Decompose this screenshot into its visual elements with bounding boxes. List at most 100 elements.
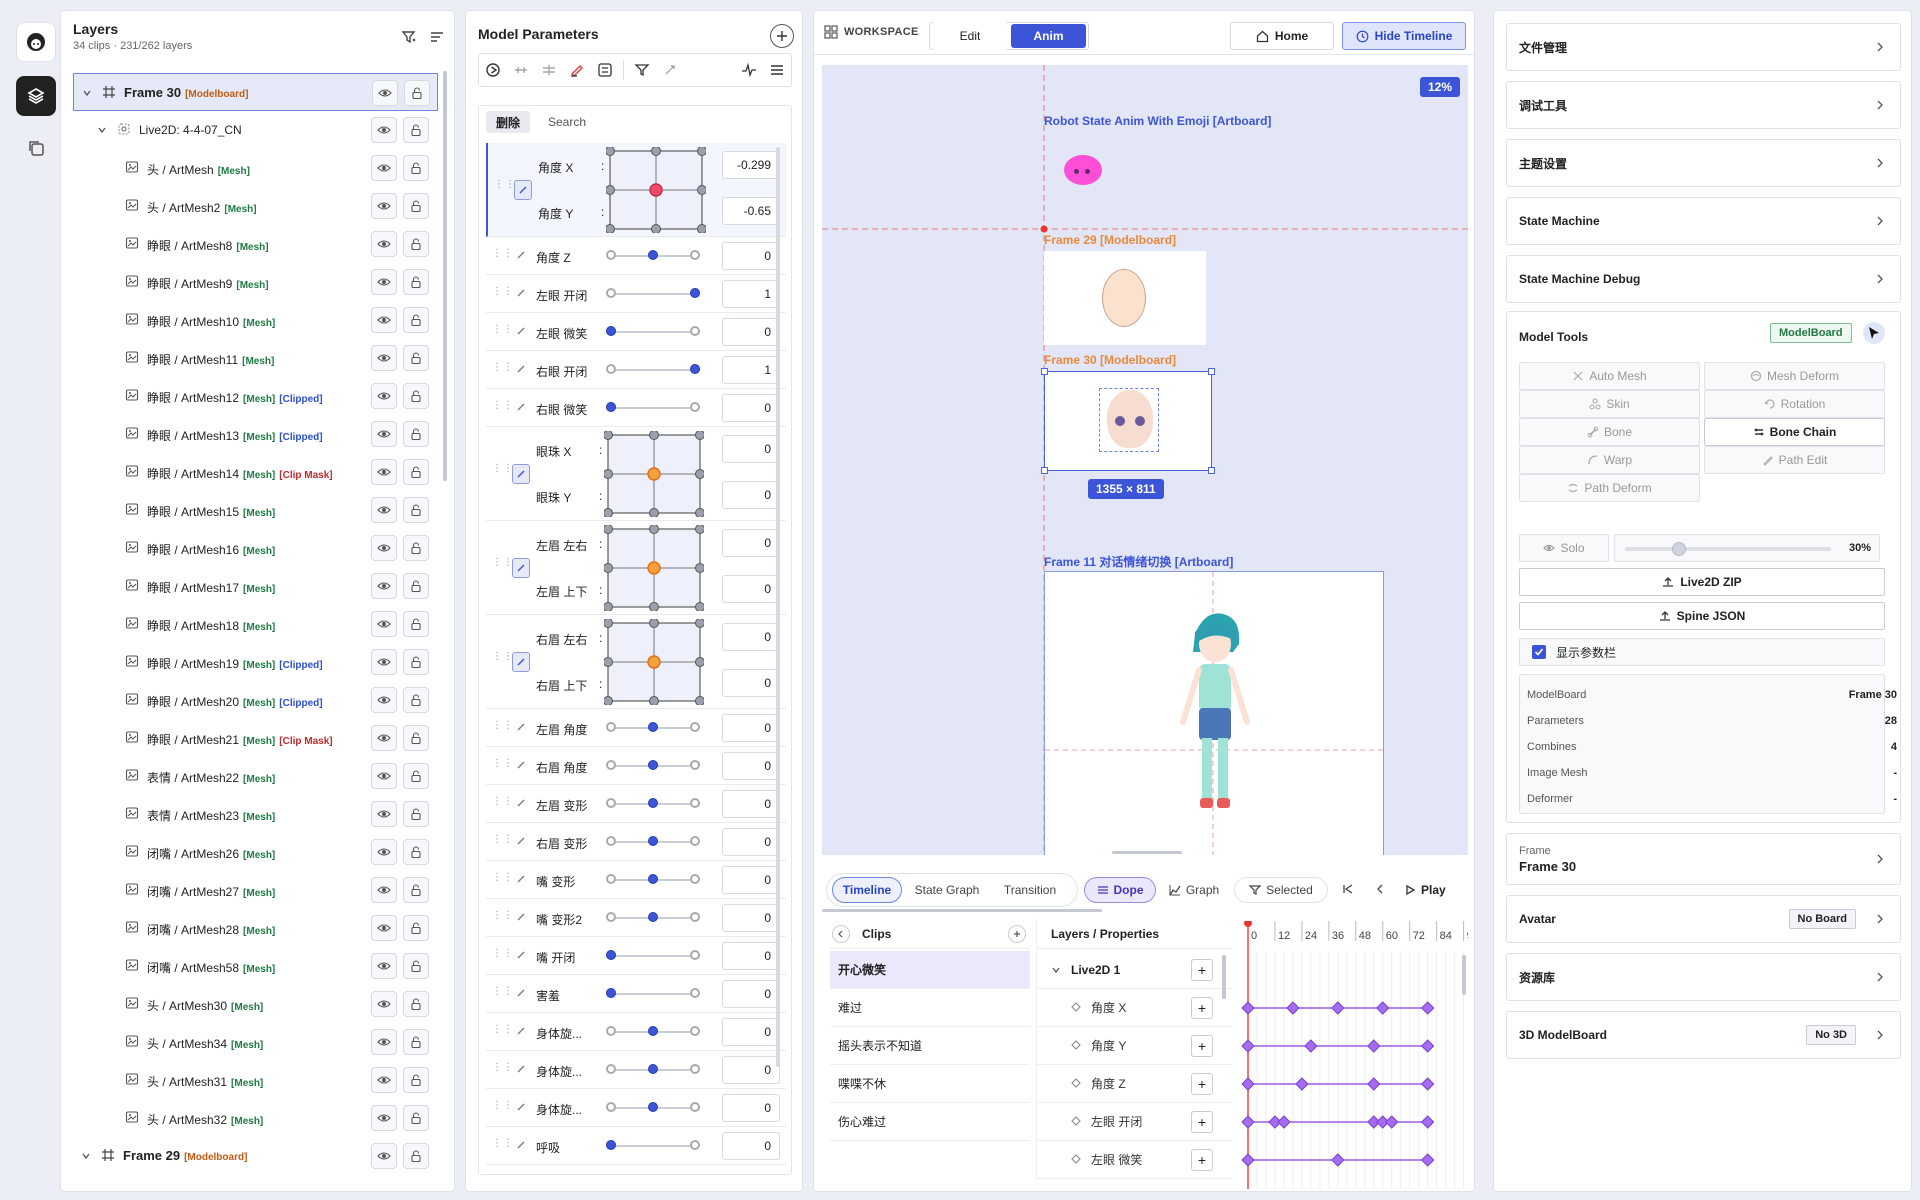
param-x-value[interactable]: -0.299	[722, 151, 780, 179]
tool-bone-chain-button[interactable]: Bone Chain	[1704, 418, 1885, 446]
lock-toggle[interactable]	[403, 611, 429, 637]
zoom-badge[interactable]: 12%	[1419, 77, 1460, 97]
dope-sheet[interactable]: 0122436486072849600	[1236, 921, 1468, 1189]
lock-toggle[interactable]	[403, 421, 429, 447]
param-value[interactable]: 0	[722, 242, 780, 270]
layer-row[interactable]: 睁眼 / ArtMesh13 [Mesh] [Clipped]	[73, 415, 438, 453]
inspector-section[interactable]: State Machine	[1506, 197, 1901, 245]
chevron-down-icon[interactable]	[1051, 965, 1061, 975]
distribute-icon[interactable]	[507, 56, 535, 84]
graph-button[interactable]: Graph	[1160, 877, 1228, 903]
param-value[interactable]: 0	[722, 828, 780, 856]
canvas-viewport[interactable]: 12% Robot State Anim With Emoji [Artboar…	[822, 65, 1468, 855]
skip-start-icon[interactable]	[1342, 883, 1354, 895]
layer-row[interactable]: 头 / ArtMesh30 [Mesh]	[73, 985, 438, 1023]
drag-handle-icon[interactable]: ⋮⋮	[492, 464, 514, 474]
visibility-toggle[interactable]	[371, 535, 397, 561]
frame30-board[interactable]	[1041, 368, 1215, 474]
param-slider-knob[interactable]	[648, 912, 658, 922]
curve-icon[interactable]	[735, 56, 763, 84]
lock-toggle[interactable]	[403, 877, 429, 903]
lock-toggle[interactable]	[403, 573, 429, 599]
filter-icon[interactable]	[401, 29, 417, 45]
slider-parameter-row[interactable]: ⋮⋮ 角度 Z 0	[486, 237, 786, 275]
visibility-toggle[interactable]	[371, 573, 397, 599]
visibility-toggle[interactable]	[371, 1143, 397, 1169]
tool-path-edit-button[interactable]: Path Edit	[1704, 446, 1885, 474]
param-value[interactable]: 0	[722, 904, 780, 932]
menu-icon[interactable]	[763, 56, 791, 84]
add-keyframe-button[interactable]: +	[1191, 1149, 1213, 1171]
visibility-toggle[interactable]	[371, 953, 397, 979]
lock-toggle[interactable]	[403, 231, 429, 257]
inspector-section[interactable]: 主题设置	[1506, 139, 1901, 187]
visibility-toggle[interactable]	[371, 1067, 397, 1093]
lock-toggle[interactable]	[403, 839, 429, 865]
link-param-icon[interactable]	[512, 464, 530, 484]
layer-row[interactable]: 睁眼 / ArtMesh11 [Mesh]	[73, 339, 438, 377]
add-keyframe-button[interactable]: +	[1191, 1035, 1213, 1057]
param-slider-knob[interactable]	[606, 950, 616, 960]
avatar-section[interactable]: Avatar No Board	[1506, 895, 1901, 943]
link-param-icon[interactable]	[516, 1064, 526, 1074]
slider-parameter-row[interactable]: ⋮⋮ 呼吸 0	[486, 1127, 786, 1165]
solo-opacity-knob[interactable]	[1672, 542, 1687, 556]
sliders-icon[interactable]	[591, 56, 619, 84]
link-param-icon[interactable]	[516, 722, 526, 732]
frame29-label[interactable]: Frame 29 [Modelboard]	[1044, 233, 1176, 247]
slider-parameter-row[interactable]: ⋮⋮ 左眼 开闭 1	[486, 275, 786, 313]
frame-section[interactable]: Frame Frame 30	[1506, 833, 1901, 885]
link-param-icon[interactable]	[512, 652, 530, 672]
layers-nav-button[interactable]	[16, 76, 56, 116]
diamond-outline-icon[interactable]	[1071, 1116, 1081, 1126]
clip-item[interactable]: 开心微笑	[830, 951, 1030, 989]
slider-parameter-row[interactable]: ⋮⋮ 身体旋... 0	[486, 1013, 786, 1051]
xy-pad[interactable]	[604, 525, 704, 611]
param-slider-knob[interactable]	[606, 326, 616, 336]
frame11-board[interactable]	[1044, 571, 1385, 855]
xy-parameter-row[interactable]: ⋮⋮ 角度 X 角度 Y:: -0.299 -0.65	[486, 143, 786, 237]
drag-handle-icon[interactable]: ⋮⋮	[492, 911, 514, 921]
link-param-icon[interactable]	[516, 1140, 526, 1150]
link-param-icon[interactable]	[516, 288, 526, 298]
param-value[interactable]: 0	[722, 1018, 780, 1046]
link-icon[interactable]	[656, 56, 684, 84]
lock-toggle[interactable]	[403, 991, 429, 1017]
add-keyframe-button[interactable]: +	[1191, 997, 1213, 1019]
canvas-scrollbar[interactable]	[1112, 851, 1182, 854]
pen-icon[interactable]	[563, 56, 591, 84]
visibility-toggle[interactable]	[371, 877, 397, 903]
property-track-row[interactable]: 角度 Z +	[1036, 1065, 1232, 1103]
robot-emoji-shape[interactable]	[1064, 155, 1102, 185]
layer-row[interactable]: 睁眼 / ArtMesh21 [Mesh] [Clip Mask]	[73, 719, 438, 757]
anim-mode-button[interactable]: Anim	[1011, 24, 1086, 48]
chevron-down-icon[interactable]	[97, 125, 107, 135]
layer-row[interactable]: 头 / ArtMesh [Mesh]	[73, 149, 438, 187]
layer-row[interactable]: 睁眼 / ArtMesh15 [Mesh]	[73, 491, 438, 529]
param-slider-track[interactable]	[610, 293, 696, 295]
lock-toggle[interactable]	[403, 649, 429, 675]
edit-mode-button[interactable]: Edit	[932, 22, 1008, 50]
link-param-icon[interactable]	[516, 1102, 526, 1112]
visibility-toggle[interactable]	[371, 1029, 397, 1055]
slider-parameter-row[interactable]: ⋮⋮ 右眼 微笑 0	[486, 389, 786, 427]
home-button[interactable]: Home	[1230, 22, 1334, 50]
slider-parameter-row[interactable]: ⋮⋮ 左眼 微笑 0	[486, 313, 786, 351]
drag-handle-icon[interactable]: ⋮⋮	[492, 1139, 514, 1149]
param-y-value[interactable]: -0.65	[722, 197, 780, 225]
visibility-toggle[interactable]	[371, 155, 397, 181]
param-slider-knob[interactable]	[648, 722, 658, 732]
param-value[interactable]: 0	[722, 394, 780, 422]
tool-rotation-button[interactable]: Rotation	[1704, 390, 1885, 418]
solo-button[interactable]: Solo	[1519, 534, 1609, 562]
clip-item[interactable]: 摇头表示不知道	[830, 1027, 1030, 1065]
clip-item[interactable]: 喋喋不休	[830, 1065, 1030, 1103]
tool-path-deform-button[interactable]: Path Deform	[1519, 474, 1700, 502]
param-x-value[interactable]: 0	[722, 435, 780, 463]
visibility-toggle[interactable]	[372, 80, 398, 106]
drag-handle-icon[interactable]: ⋮⋮	[492, 987, 514, 997]
link-param-icon[interactable]	[516, 364, 526, 374]
param-value[interactable]: 0	[722, 790, 780, 818]
tab-state-graph[interactable]: State Graph	[906, 877, 988, 903]
visibility-toggle[interactable]	[371, 307, 397, 333]
